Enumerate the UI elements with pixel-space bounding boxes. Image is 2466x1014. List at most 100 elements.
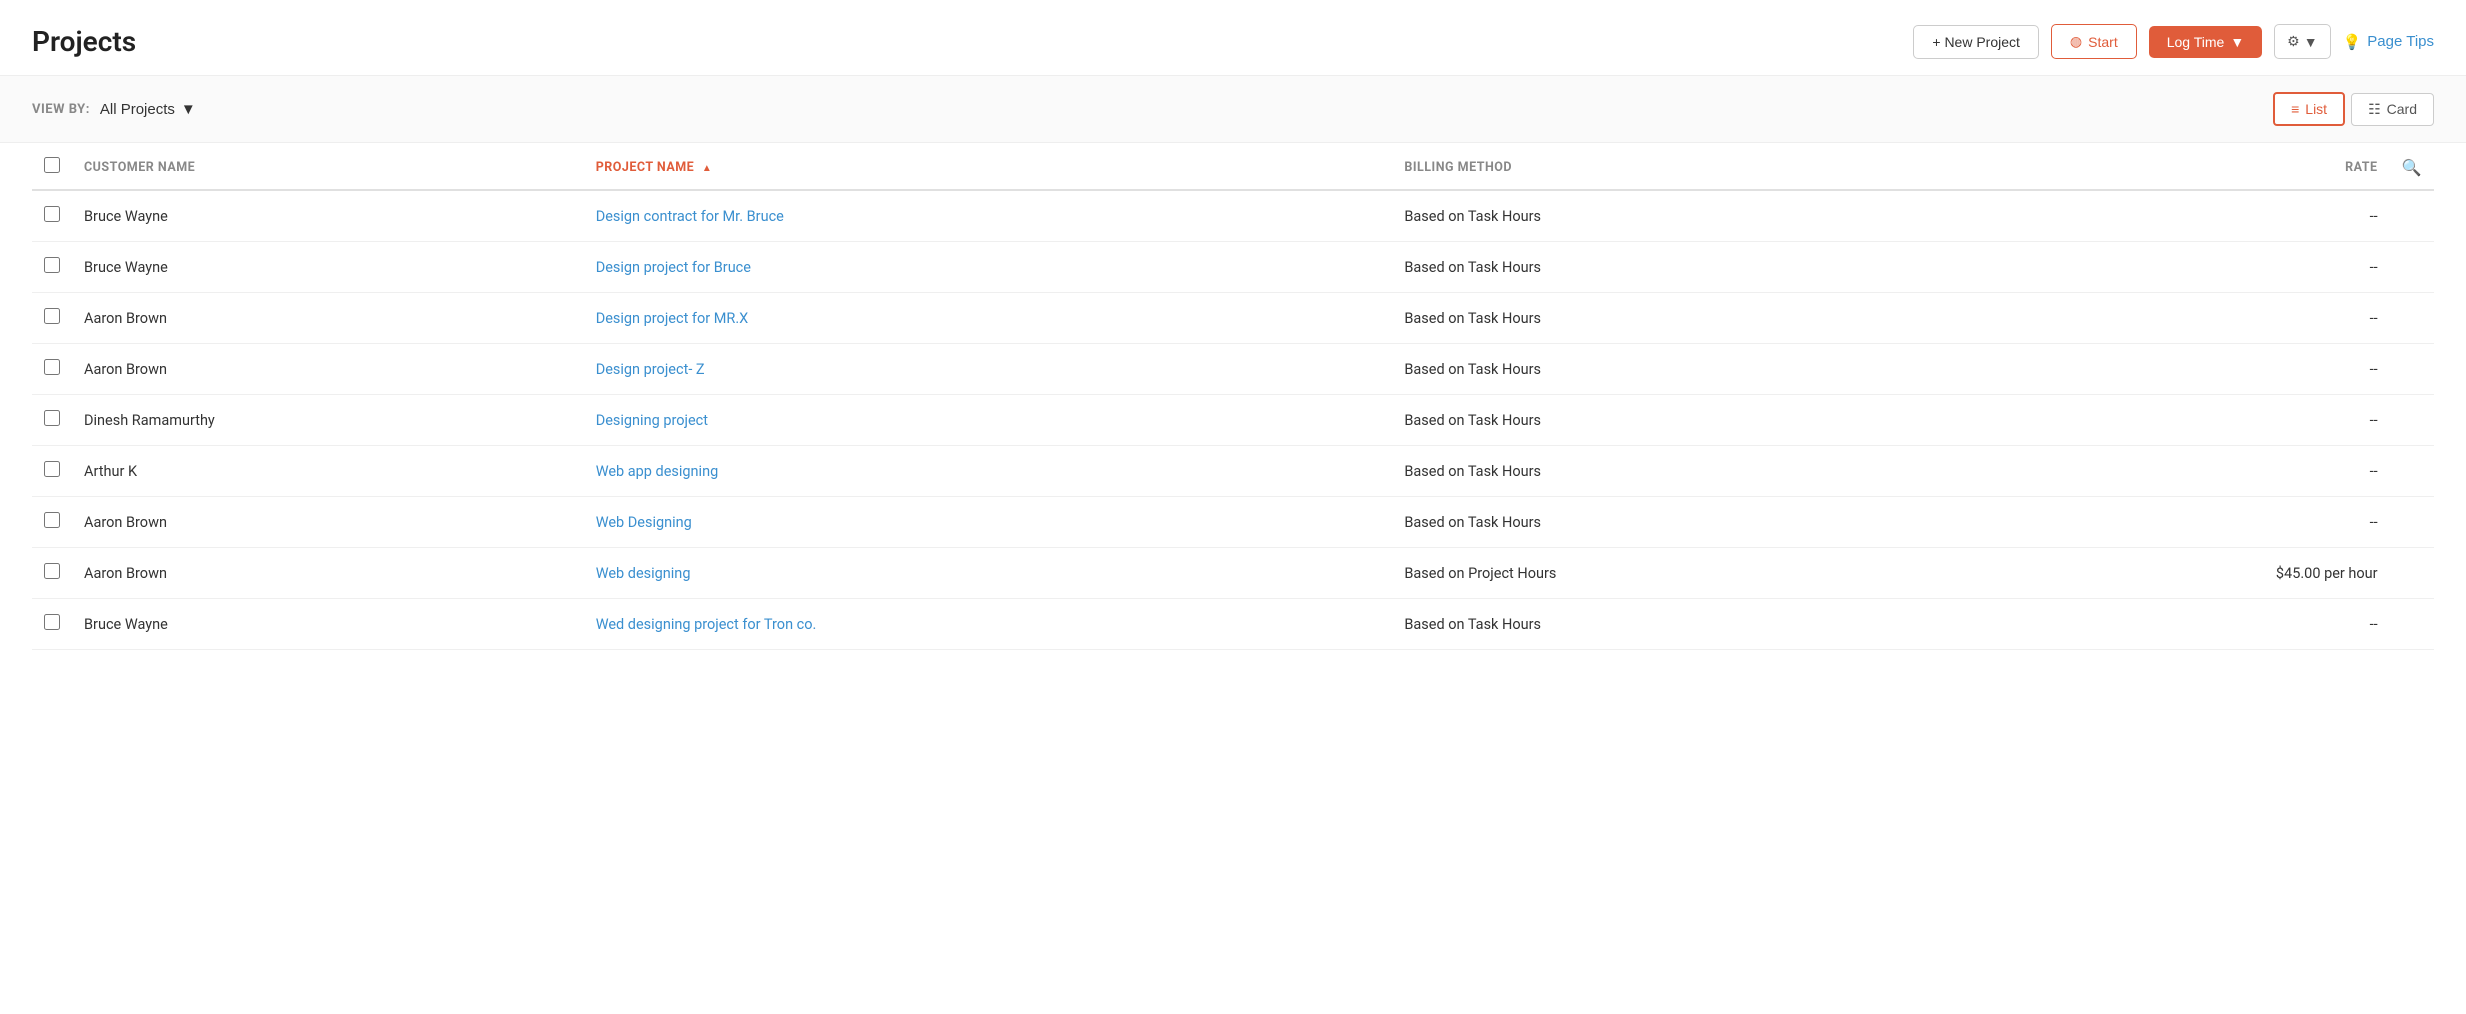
billing-method-cell: Based on Project Hours <box>1392 548 1974 599</box>
list-view-button[interactable]: ≡ List <box>2273 92 2345 126</box>
rate-cell: -- <box>1974 497 2389 548</box>
billing-method-cell: Based on Task Hours <box>1392 293 1974 344</box>
table-row: Dinesh RamamurthyDesigning projectBased … <box>32 395 2434 446</box>
select-all-checkbox[interactable] <box>44 157 60 173</box>
project-link[interactable]: Wed designing project for Tron co. <box>596 616 817 633</box>
sort-asc-icon: ▲ <box>702 163 712 174</box>
project-name-cell[interactable]: Web designing <box>584 548 1393 599</box>
projects-table-container: CUSTOMER NAME PROJECT NAME ▲ BILLING MET… <box>0 143 2466 650</box>
action-cell <box>2390 344 2434 395</box>
project-link[interactable]: Design project for Bruce <box>596 259 751 276</box>
rate-cell: -- <box>1974 190 2389 242</box>
action-cell <box>2390 242 2434 293</box>
settings-button[interactable]: ⚙ ▼ <box>2274 24 2330 59</box>
projects-table: CUSTOMER NAME PROJECT NAME ▲ BILLING MET… <box>32 143 2434 650</box>
rate-cell: -- <box>1974 344 2389 395</box>
page-title: Projects <box>32 25 136 58</box>
billing-method-cell: Based on Task Hours <box>1392 446 1974 497</box>
project-name-cell[interactable]: Wed designing project for Tron co. <box>584 599 1393 650</box>
row-checkbox[interactable] <box>44 410 60 426</box>
list-icon: ≡ <box>2291 101 2299 117</box>
row-checkbox[interactable] <box>44 461 60 477</box>
view-toggle: ≡ List ☷ Card <box>2273 92 2434 126</box>
row-checkbox-cell[interactable] <box>32 395 72 446</box>
col-customer-name: CUSTOMER NAME <box>72 143 584 190</box>
project-name-cell[interactable]: Design project for Bruce <box>584 242 1393 293</box>
col-project-name[interactable]: PROJECT NAME ▲ <box>584 143 1393 190</box>
lightbulb-icon: 💡 <box>2343 33 2362 51</box>
view-by-section: VIEW BY: All Projects ▼ <box>32 101 196 118</box>
row-checkbox[interactable] <box>44 206 60 222</box>
col-billing-method: BILLING METHOD <box>1392 143 1974 190</box>
project-name-cell[interactable]: Design contract for Mr. Bruce <box>584 190 1393 242</box>
settings-caret-icon: ▼ <box>2304 34 2318 50</box>
project-link[interactable]: Web Designing <box>596 514 692 531</box>
customer-name-cell: Dinesh Ramamurthy <box>72 395 584 446</box>
table-row: Bruce Wayne Design contract for Mr. Bruce… <box>32 190 2434 242</box>
project-link[interactable]: Design contract for Mr. Bruce <box>596 208 784 225</box>
row-checkbox[interactable] <box>44 359 60 375</box>
row-checkbox-cell[interactable] <box>32 548 72 599</box>
row-checkbox-cell[interactable] <box>32 599 72 650</box>
row-checkbox-cell[interactable] <box>32 190 72 242</box>
billing-method-cell: Based on Task Hours <box>1392 242 1974 293</box>
row-checkbox-cell[interactable] <box>32 344 72 395</box>
billing-method-cell: Based on Task Hours <box>1392 344 1974 395</box>
col-search[interactable]: 🔍 <box>2390 143 2434 190</box>
view-by-dropdown[interactable]: All Projects ▼ <box>100 101 196 118</box>
rate-cell: $45.00 per hour <box>1974 548 2389 599</box>
view-by-caret-icon: ▼ <box>181 101 196 118</box>
start-button[interactable]: ◍ Start <box>2051 24 2137 59</box>
log-time-button[interactable]: Log Time ▼ <box>2149 26 2262 58</box>
action-cell <box>2390 395 2434 446</box>
table-body: Bruce Wayne Design contract for Mr. Bruce… <box>32 190 2434 650</box>
project-link[interactable]: Design project for MR.X <box>596 310 749 327</box>
table-header-row: CUSTOMER NAME PROJECT NAME ▲ BILLING MET… <box>32 143 2434 190</box>
project-link[interactable]: Web app designing <box>596 463 719 480</box>
customer-name-cell: Aaron Brown <box>72 293 584 344</box>
table-row: Aaron Brown Design project- Z Based on Tas… <box>32 344 2434 395</box>
action-cell <box>2390 497 2434 548</box>
card-icon: ☷ <box>2368 101 2381 118</box>
page-tips-button[interactable]: 💡 Page Tips <box>2343 33 2434 51</box>
customer-name-cell: Aaron Brown <box>72 548 584 599</box>
action-cell <box>2390 548 2434 599</box>
new-project-button[interactable]: + New Project <box>1913 25 2039 59</box>
row-checkbox[interactable] <box>44 614 60 630</box>
row-checkbox-cell[interactable] <box>32 242 72 293</box>
row-checkbox-cell[interactable] <box>32 446 72 497</box>
col-rate: RATE <box>1974 143 2389 190</box>
customer-name-cell: Bruce Wayne <box>72 190 584 242</box>
action-cell <box>2390 446 2434 497</box>
customer-name-cell: Aaron Brown <box>72 344 584 395</box>
row-checkbox[interactable] <box>44 512 60 528</box>
project-link[interactable]: Web designing <box>596 565 691 582</box>
project-name-cell[interactable]: Designing project <box>584 395 1393 446</box>
project-link[interactable]: Design project- Z <box>596 361 705 378</box>
table-row: Arthur K Web app designing Based on Task H… <box>32 446 2434 497</box>
search-icon[interactable]: 🔍 <box>2402 158 2422 177</box>
row-checkbox[interactable] <box>44 257 60 273</box>
table-row: Bruce WayneWed designing project for Tro… <box>32 599 2434 650</box>
table-row: Aaron Brown Web designing Based on Project… <box>32 548 2434 599</box>
card-view-button[interactable]: ☷ Card <box>2351 93 2434 126</box>
row-checkbox[interactable] <box>44 308 60 324</box>
table-row: Aaron Brown Design project for MR.X Based … <box>32 293 2434 344</box>
customer-name-cell: Arthur K <box>72 446 584 497</box>
project-name-cell[interactable]: Design project- Z <box>584 344 1393 395</box>
table-row: Bruce WayneDesign project for BruceBased… <box>32 242 2434 293</box>
project-link[interactable]: Designing project <box>596 412 708 429</box>
billing-method-cell: Based on Task Hours <box>1392 190 1974 242</box>
project-name-cell[interactable]: Web Designing <box>584 497 1393 548</box>
toolbar: VIEW BY: All Projects ▼ ≡ List ☷ Card <box>0 76 2466 143</box>
select-all-header[interactable] <box>32 143 72 190</box>
row-checkbox[interactable] <box>44 563 60 579</box>
row-checkbox-cell[interactable] <box>32 497 72 548</box>
gear-icon: ⚙ <box>2287 33 2300 50</box>
page-header: Projects + New Project ◍ Start Log Time … <box>0 0 2466 76</box>
project-name-cell[interactable]: Web app designing <box>584 446 1393 497</box>
project-name-cell[interactable]: Design project for MR.X <box>584 293 1393 344</box>
row-checkbox-cell[interactable] <box>32 293 72 344</box>
rate-cell: -- <box>1974 242 2389 293</box>
action-cell <box>2390 293 2434 344</box>
